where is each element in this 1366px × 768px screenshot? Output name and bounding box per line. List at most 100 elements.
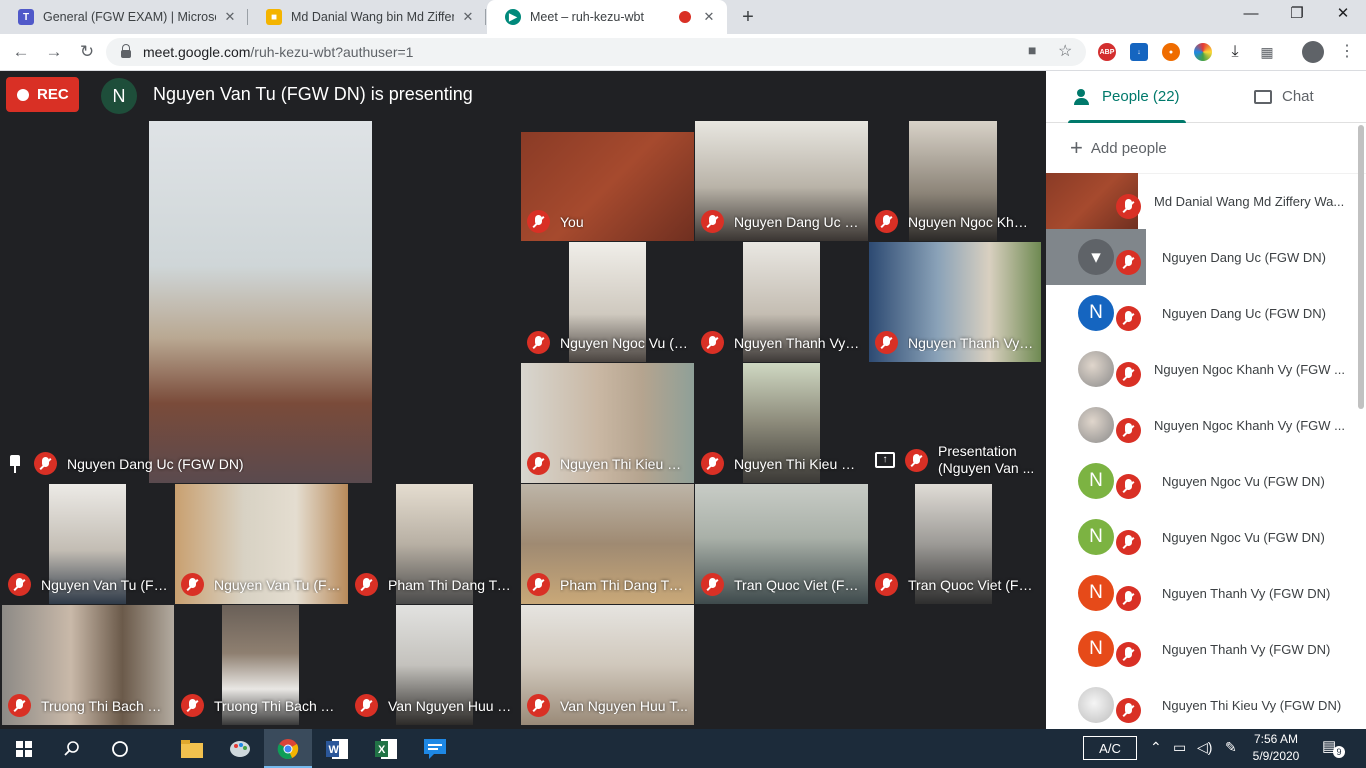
- new-tab-button[interactable]: +: [737, 5, 759, 29]
- close-icon[interactable]: ✕: [222, 9, 238, 25]
- video-tile[interactable]: Nguyen Thanh Vy (...: [869, 242, 1041, 362]
- url-path: /ruh-kezu-wbt?authuser=1: [250, 44, 414, 60]
- tab-chat[interactable]: Chat: [1254, 71, 1314, 122]
- windows-logo-icon: [16, 740, 32, 757]
- avatar-initial: N: [1078, 295, 1114, 331]
- close-icon[interactable]: ✕: [701, 9, 717, 25]
- tab-teams[interactable]: T General (FGW EXAM) | Microsoft ✕: [0, 0, 248, 34]
- video-tile[interactable]: Nguyen Dang Uc (F...: [695, 121, 868, 241]
- people-tab-label: People (22): [1102, 88, 1180, 105]
- cortana-button[interactable]: [96, 729, 144, 768]
- video-tile[interactable]: Nguyen Thi Kieu Vy...: [521, 363, 694, 483]
- tile-label: Pham Thi Dang Tuy...: [527, 573, 688, 596]
- taskbar-paint[interactable]: [216, 729, 264, 768]
- forward-button[interactable]: →: [41, 40, 67, 64]
- system-clock[interactable]: 7:56 AM 5/9/2020: [1252, 731, 1300, 765]
- mic-off-icon: [875, 331, 898, 354]
- video-tile[interactable]: Nguyen Van Tu (FG...: [175, 484, 348, 604]
- bookmark-star-icon[interactable]: ☆: [1058, 41, 1072, 61]
- tab-people[interactable]: People (22): [1068, 71, 1186, 123]
- presentation-owner: (Nguyen Van ...: [938, 460, 1035, 476]
- mic-off-icon: [1116, 474, 1141, 499]
- close-icon[interactable]: ✕: [460, 9, 476, 25]
- start-button[interactable]: [0, 729, 48, 768]
- participant-name: Nguyen Ngoc Vu (FGW DN): [1162, 473, 1325, 489]
- taskbar-file-explorer[interactable]: [168, 729, 216, 768]
- video-tile[interactable]: Van Nguyen Huu T...: [349, 605, 520, 725]
- camera-icon[interactable]: ■: [1028, 42, 1036, 58]
- minimize-button[interactable]: —: [1228, 0, 1274, 30]
- taskbar-feedback[interactable]: [411, 729, 459, 768]
- video-tile[interactable]: Nguyen Thanh Vy (...: [695, 242, 868, 362]
- video-tile[interactable]: Truong Thi Bach Ye...: [175, 605, 348, 725]
- color-extension-icon[interactable]: ●: [1194, 43, 1212, 61]
- participant-row[interactable]: N Nguyen Thanh Vy (FGW DN): [1046, 565, 1358, 621]
- tab-slides[interactable]: ■ Md Danial Wang bin Md Ziffery W ✕: [248, 0, 486, 34]
- video-tile[interactable]: Nguyen Ngoc Khan...: [869, 121, 1041, 241]
- pen-icon[interactable]: ✎: [1225, 739, 1237, 756]
- participant-row[interactable]: Md Danial Wang Md Ziffery Wa...: [1046, 173, 1358, 229]
- add-people-label: Add people: [1090, 139, 1167, 157]
- pin-icon[interactable]: [8, 454, 22, 473]
- participant-name: Nguyen Dang Uc (FGW DN): [1162, 305, 1326, 321]
- pin-icon[interactable]: ▾: [1078, 239, 1114, 275]
- mic-off-icon: [527, 331, 550, 354]
- tile-label: Nguyen Van Tu (FG...: [8, 573, 168, 596]
- participant-name: Nguyen Ngoc Vu (FGW DN): [1162, 529, 1325, 545]
- panel-scrollbar[interactable]: [1358, 125, 1364, 409]
- ac-indicator[interactable]: A/C: [1083, 736, 1137, 760]
- video-feed: [149, 121, 372, 483]
- menu-kebab-icon[interactable]: ⋮: [1334, 40, 1360, 64]
- reload-button[interactable]: ↻: [74, 40, 100, 64]
- video-tile[interactable]: You: [521, 121, 694, 241]
- mic-off-icon: [875, 573, 898, 596]
- video-tile[interactable]: Tran Quoc Viet (FG...: [695, 484, 868, 604]
- volume-icon[interactable]: ◁): [1197, 739, 1212, 756]
- tab-meet[interactable]: ▶ Meet – ruh-kezu-wbt ✕: [487, 0, 727, 34]
- participant-row[interactable]: Nguyen Ngoc Khanh Vy (FGW ...: [1046, 341, 1358, 397]
- back-button[interactable]: ←: [8, 40, 34, 64]
- panel-tabs: People (22) Chat: [1046, 71, 1366, 123]
- participant-row[interactable]: N Nguyen Ngoc Vu (FGW DN): [1046, 509, 1358, 565]
- avatar-initial: N: [1078, 631, 1114, 667]
- url-text: meet.google.com/ruh-kezu-wbt?authuser=1: [143, 44, 413, 60]
- participant-row[interactable]: Nguyen Thi Kieu Vy (FGW DN): [1046, 677, 1358, 729]
- teams-icon: T: [18, 9, 34, 25]
- participant-row[interactable]: N Nguyen Thanh Vy (FGW DN): [1046, 621, 1358, 677]
- maximize-button[interactable]: ❐: [1274, 0, 1320, 30]
- profile-avatar[interactable]: [1302, 41, 1324, 63]
- video-tile[interactable]: Pham Thi Dang Tuy...: [349, 484, 520, 604]
- extensions-grid-icon[interactable]: ▦: [1254, 40, 1280, 64]
- participant-name: Truong Thi Bach Ye...: [214, 697, 342, 714]
- mic-off-icon: [181, 694, 204, 717]
- taskbar-excel[interactable]: X: [362, 729, 410, 768]
- add-people-button[interactable]: + Add people: [1046, 123, 1366, 174]
- downloads-icon[interactable]: ⤓: [1222, 40, 1248, 64]
- participant-row[interactable]: N Nguyen Ngoc Vu (FGW DN): [1046, 453, 1358, 509]
- participant-row[interactable]: N Nguyen Dang Uc (FGW DN): [1046, 285, 1358, 341]
- extension-icon[interactable]: ●: [1162, 43, 1180, 61]
- video-tile[interactable]: Pham Thi Dang Tuy...: [521, 484, 694, 604]
- video-tile[interactable]: Nguyen Thi Kieu Vy...: [695, 363, 868, 483]
- video-tile[interactable]: Van Nguyen Huu T...: [521, 605, 694, 725]
- main-video-tile[interactable]: Nguyen Dang Uc (FGW DN): [2, 121, 518, 483]
- adblock-extension-icon[interactable]: ABP: [1098, 43, 1116, 61]
- close-window-button[interactable]: ✕: [1320, 0, 1366, 30]
- chevron-up-icon[interactable]: ⌃: [1150, 739, 1162, 756]
- video-tile[interactable]: Truong Thi Bach Ye...: [2, 605, 174, 725]
- presentation-tile[interactable]: ↑ Presentation (Nguyen Van ...: [869, 363, 1041, 483]
- video-tile[interactable]: Nguyen Ngoc Vu (F...: [521, 242, 694, 362]
- search-button[interactable]: [48, 729, 96, 768]
- participant-row[interactable]: Nguyen Ngoc Khanh Vy (FGW ...: [1046, 397, 1358, 453]
- participant-row[interactable]: ▾ Nguyen Dang Uc (FGW DN): [1046, 229, 1358, 285]
- address-bar[interactable]: meet.google.com/ruh-kezu-wbt?authuser=1 …: [106, 38, 1086, 66]
- participant-list: Md Danial Wang Md Ziffery Wa... ▾ Nguyen…: [1046, 173, 1366, 729]
- tile-label: ↑ Presentation (Nguyen Van ...: [875, 443, 1035, 477]
- video-tile[interactable]: Nguyen Van Tu (FG...: [2, 484, 174, 604]
- notification-center[interactable]: ▤ 9: [1322, 737, 1345, 758]
- battery-icon[interactable]: ▭: [1173, 739, 1186, 756]
- download-extension-icon[interactable]: ↓: [1130, 43, 1148, 61]
- video-tile[interactable]: Tran Quoc Viet (FG...: [869, 484, 1041, 604]
- taskbar-chrome[interactable]: [264, 729, 312, 768]
- taskbar-word[interactable]: W: [313, 729, 361, 768]
